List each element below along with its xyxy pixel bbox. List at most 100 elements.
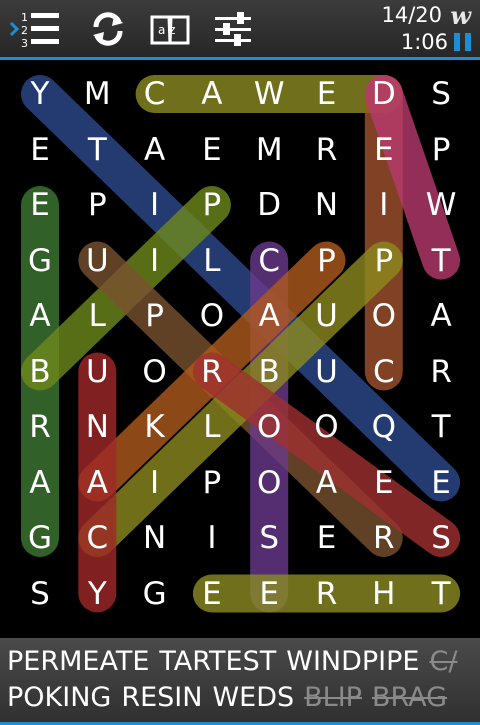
grid-cell[interactable]: E	[362, 128, 406, 172]
grid-cell[interactable]: B	[247, 350, 291, 394]
grid-cell[interactable]: T	[419, 405, 463, 449]
grid-cell[interactable]: R	[18, 405, 62, 449]
grid-cell[interactable]: E	[18, 128, 62, 172]
grid-cell[interactable]: Y	[18, 72, 62, 116]
grid-cell[interactable]: D	[247, 183, 291, 227]
word-list-row-1: PERMEATE TARTEST WINDPIPE C/	[7, 646, 467, 677]
refresh-icon[interactable]	[86, 7, 130, 51]
grid-cell[interactable]: C	[75, 516, 119, 560]
grid-cell[interactable]: E	[305, 72, 349, 116]
grid-cell[interactable]: A	[75, 461, 119, 505]
grid-cell[interactable]: O	[133, 350, 177, 394]
target-word: PERMEATE	[7, 646, 150, 677]
grid-cell[interactable]: W	[419, 183, 463, 227]
grid-cell[interactable]: R	[362, 516, 406, 560]
top-toolbar: 1 2 3 a z 14/20 w 1:06	[0, 0, 480, 58]
settings-sliders-icon[interactable]	[211, 7, 255, 51]
grid-cell[interactable]: R	[419, 350, 463, 394]
grid-cell[interactable]: I	[133, 183, 177, 227]
grid-cell[interactable]: D	[362, 72, 406, 116]
grid-cell[interactable]: K	[133, 405, 177, 449]
grid-cell[interactable]: R	[305, 128, 349, 172]
grid-cell[interactable]: S	[419, 516, 463, 560]
list-number: 2	[21, 24, 28, 37]
target-word: RESIN	[121, 682, 203, 713]
app-logo: w	[450, 1, 471, 30]
grid-cell[interactable]: M	[75, 72, 119, 116]
grid-cell[interactable]: E	[362, 461, 406, 505]
grid-cell[interactable]: P	[190, 461, 234, 505]
grid-cell[interactable]: W	[247, 72, 291, 116]
grid-cell[interactable]: G	[18, 516, 62, 560]
grid-cell[interactable]: T	[75, 128, 119, 172]
dictionary-label: a z	[158, 23, 175, 37]
grid-cell[interactable]: P	[305, 239, 349, 283]
target-word: POKING	[7, 682, 112, 713]
grid-cell[interactable]: U	[75, 350, 119, 394]
grid-cell[interactable]: L	[190, 405, 234, 449]
word-list-icon[interactable]: 1 2 3	[8, 7, 62, 51]
grid-cell[interactable]: R	[305, 572, 349, 616]
grid-cell[interactable]: U	[75, 239, 119, 283]
grid-cell[interactable]: A	[18, 461, 62, 505]
grid-cell[interactable]: I	[133, 461, 177, 505]
grid-cell[interactable]: I	[362, 183, 406, 227]
grid-cell[interactable]: P	[133, 294, 177, 338]
grid-cell[interactable]: A	[419, 294, 463, 338]
grid-cell[interactable]: O	[362, 294, 406, 338]
grid-cell[interactable]: O	[190, 294, 234, 338]
target-word: TARTEST	[159, 646, 277, 677]
grid-cell[interactable]: U	[305, 294, 349, 338]
grid-cell[interactable]: C	[362, 350, 406, 394]
grid-cell[interactable]: I	[133, 239, 177, 283]
grid-cell[interactable]: E	[190, 128, 234, 172]
target-word: WEDS	[212, 682, 295, 713]
grid-cell[interactable]: E	[305, 516, 349, 560]
grid-cell[interactable]: S	[247, 516, 291, 560]
puzzle-board[interactable]: YMCAWEDSETAEMREPEPIPDNIWGUILCPPTALPOAUOA…	[0, 60, 480, 638]
grid-cell[interactable]: E	[190, 572, 234, 616]
grid-cell[interactable]: C	[133, 72, 177, 116]
grid-cell[interactable]: E	[419, 461, 463, 505]
grid-cell[interactable]: S	[18, 572, 62, 616]
grid-cell[interactable]: C	[247, 239, 291, 283]
grid-cell[interactable]: N	[133, 516, 177, 560]
grid-cell[interactable]: P	[75, 183, 119, 227]
grid-cell[interactable]: Q	[362, 405, 406, 449]
grid-cell[interactable]: O	[247, 461, 291, 505]
grid-cell[interactable]: L	[190, 239, 234, 283]
grid-cell[interactable]: O	[305, 405, 349, 449]
grid-cell[interactable]: M	[247, 128, 291, 172]
grid-cell[interactable]: B	[18, 350, 62, 394]
pause-icon[interactable]	[454, 33, 472, 51]
target-word: WINDPIPE	[286, 646, 420, 677]
dictionary-icon[interactable]: a z	[149, 7, 191, 51]
grid-cell[interactable]: P	[190, 183, 234, 227]
grid-cell[interactable]: S	[419, 72, 463, 116]
grid-cell[interactable]: T	[419, 572, 463, 616]
grid-cell[interactable]: I	[190, 516, 234, 560]
grid-cell[interactable]: A	[305, 461, 349, 505]
grid-cell[interactable]: U	[305, 350, 349, 394]
grid-cell[interactable]: N	[75, 405, 119, 449]
grid-cell[interactable]: N	[305, 183, 349, 227]
grid-cell[interactable]: G	[133, 572, 177, 616]
target-word: BLIP	[304, 682, 362, 713]
grid-cell[interactable]: A	[18, 294, 62, 338]
grid-cell[interactable]: A	[190, 72, 234, 116]
grid-cell[interactable]: L	[75, 294, 119, 338]
grid-cell[interactable]: E	[247, 572, 291, 616]
grid-cell[interactable]: P	[362, 239, 406, 283]
grid-cell[interactable]: E	[18, 183, 62, 227]
grid-cell[interactable]: A	[133, 128, 177, 172]
grid-cell[interactable]: H	[362, 572, 406, 616]
list-number: 1	[21, 11, 28, 24]
grid-cell[interactable]: A	[247, 294, 291, 338]
target-word: BRAG	[371, 682, 448, 713]
grid-cell[interactable]: P	[419, 128, 463, 172]
grid-cell[interactable]: Y	[75, 572, 119, 616]
grid-cell[interactable]: T	[419, 239, 463, 283]
grid-cell[interactable]: O	[247, 405, 291, 449]
grid-cell[interactable]: G	[18, 239, 62, 283]
grid-cell[interactable]: R	[190, 350, 234, 394]
